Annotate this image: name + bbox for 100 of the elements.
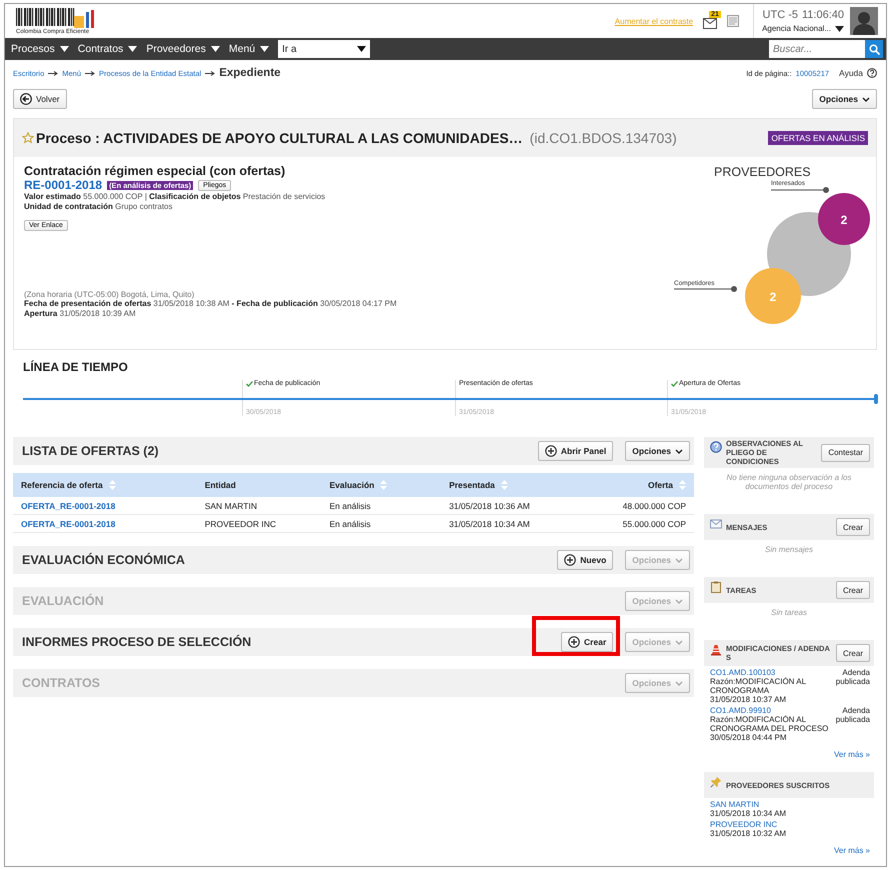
chevron-icon (675, 598, 683, 604)
empty-message: No tiene ninguna observación a los documentos del proceso (726, 472, 852, 493)
goto-select[interactable]: Ir a (278, 40, 370, 58)
table-cell: SAN MARTIN (204, 500, 257, 510)
open-panel-button[interactable]: Abrir Panel (538, 441, 614, 461)
search-icon (868, 44, 880, 54)
arrow-icon (85, 70, 96, 76)
plus-circle-icon (568, 636, 580, 648)
reference-link[interactable]: RE-0001-2018 (24, 178, 102, 192)
arrow-icon (48, 70, 58, 76)
caret-icon (128, 46, 138, 52)
back-button[interactable]: Volver (13, 89, 67, 109)
section-title: EVALUACIÓN ECONÓMICA (22, 553, 185, 567)
nav-menu-item[interactable]: Proveedores (146, 43, 220, 55)
avatar-icon (850, 7, 878, 35)
search-field[interactable]: Buscar... (769, 40, 865, 58)
caret-icon (357, 46, 366, 52)
timeline-end-marker (874, 394, 878, 404)
table-cell: 55.000.000 COP (622, 518, 686, 528)
empty-message: Sin mensajes (764, 544, 814, 556)
entry-link[interactable]: PROVEEDOR INC (710, 820, 778, 829)
table-cell: En análisis (330, 518, 371, 528)
chevron-icon (675, 558, 683, 562)
page-title: Expediente (219, 67, 281, 79)
column-header[interactable]: Evaluación (322, 473, 442, 497)
question-icon (710, 441, 722, 453)
caret-icon (260, 46, 270, 52)
date-text: Fecha de presentación de ofertas 31/05/2018 10:38 AM - Fecha de publicación 30/05/2018 04:17 PM (24, 299, 398, 309)
section-title: CONTRATOS (22, 676, 100, 690)
caret-icon (835, 26, 844, 32)
entry-date: 31/05/2018 10:34 AM (710, 809, 786, 818)
table-cell: En análisis (330, 500, 371, 510)
star-icon (22, 132, 34, 144)
column-header[interactable]: Referencia de oferta (13, 473, 197, 497)
panel-button[interactable]: Contestar (821, 444, 870, 462)
chevron-icon (675, 448, 683, 454)
table-cell: PROVEEDOR INC (204, 518, 276, 528)
panel-button[interactable]: Crear (836, 581, 870, 599)
process-id: (id.CO1.BDOS.134703) (530, 130, 677, 146)
nav-menu-item[interactable]: Contratos (78, 43, 138, 55)
table-cell: 48.000.000 COP (622, 500, 686, 510)
nav-menu-item[interactable]: Procesos (11, 43, 69, 55)
column-header[interactable]: Presentada (441, 473, 615, 497)
plus-circle-icon (544, 445, 557, 457)
entry-date: 30/05/2018 04:44 PM (710, 733, 788, 742)
mail-icon (710, 518, 722, 530)
chevron-icon (675, 680, 683, 686)
see-more-link[interactable]: Ver más » (834, 846, 870, 855)
chevron-icon (675, 640, 683, 644)
caret-icon (60, 46, 69, 52)
entry-status: Adenda publicada (836, 706, 870, 726)
entry-link[interactable]: CO1.AMD.100103 (710, 668, 776, 677)
search-button[interactable] (865, 40, 883, 58)
date-text: Apertura 31/05/2018 10:39 AM (24, 309, 137, 319)
table-cell: 31/05/2018 10:34 AM (449, 518, 530, 528)
plus-circle-icon (564, 554, 576, 566)
entry-link[interactable]: CO1.AMD.99910 (710, 706, 771, 715)
providers-title: PROVEEDORES (714, 165, 811, 179)
nav-menu-item[interactable]: Menú (228, 43, 270, 55)
options-button[interactable]: Opciones (625, 441, 690, 461)
column-header[interactable]: Oferta (614, 473, 694, 497)
arrow-icon (205, 70, 216, 76)
section-title: LÍNEA DE TIEMPO (23, 360, 129, 374)
process-type: Contratación régimen especial (con ofertas) (24, 164, 286, 178)
clock-time: 11:06:40 (802, 9, 844, 21)
caret-icon (210, 46, 220, 52)
panel-button[interactable]: Crear (836, 518, 870, 536)
offer-link[interactable]: OFERTA_RE-0001-2018 (21, 518, 116, 528)
timezone-label: UTC -5 (762, 9, 798, 21)
table-cell: 31/05/2018 10:36 AM (449, 500, 530, 510)
back-arrow-icon (20, 93, 32, 105)
section-title: INFORMES PROCESO DE SELECCIÓN (22, 635, 252, 649)
agency-dropdown[interactable]: Agencia Nacional... (762, 24, 844, 33)
status-badge: OFERTAS EN ANÁLISIS (768, 131, 868, 145)
entry-link[interactable]: SAN MARTIN (710, 800, 760, 809)
panel-button[interactable]: Crear (836, 644, 870, 662)
count-text: 2 (770, 290, 776, 304)
entry-status: Adenda publicada (836, 668, 870, 688)
empty-message: Sin tareas (770, 607, 808, 619)
detail-text: Unidad de contratación Grupo contratos (24, 202, 174, 212)
options-button[interactable]: Opciones (812, 89, 877, 109)
offer-link[interactable]: OFERTA_RE-0001-2018 (21, 500, 116, 510)
traffic-cone-icon (710, 644, 722, 656)
create-button[interactable]: Nuevo (557, 550, 614, 570)
clipboard-icon (710, 581, 722, 593)
entry-reason: Razón:MODIFICACIÓN AL CRONOGRAMA DEL PROCESO (710, 715, 830, 733)
leader-line (674, 286, 737, 292)
pushpin-icon (710, 776, 722, 788)
count-text: 2 (840, 213, 848, 227)
process-title: Proceso : ACTIVIDADES DE APOYO CULTURAL A LAS COMUNIDADES… (36, 130, 523, 146)
see-more-link[interactable]: Ver más » (834, 750, 870, 759)
entry-reason: Razón:MODIFICACIÓN AL CRONOGRAMA (710, 677, 807, 695)
column-header[interactable]: Entidad (196, 473, 322, 497)
detail-text: Valor estimado 55.000.000 COP | Clasificación de objetos Prestación de servicios (24, 192, 326, 202)
help-link[interactable]: Ayuda (839, 68, 863, 78)
timezone-text: (Zona horaria (UTC-05:00) Bogotá, Lima, Quito) (24, 290, 196, 299)
create-button[interactable]: Crear (561, 632, 614, 652)
mail-icon (703, 18, 718, 28)
help-icon (867, 68, 877, 78)
section-title: EVALUACIÓN (22, 594, 104, 608)
